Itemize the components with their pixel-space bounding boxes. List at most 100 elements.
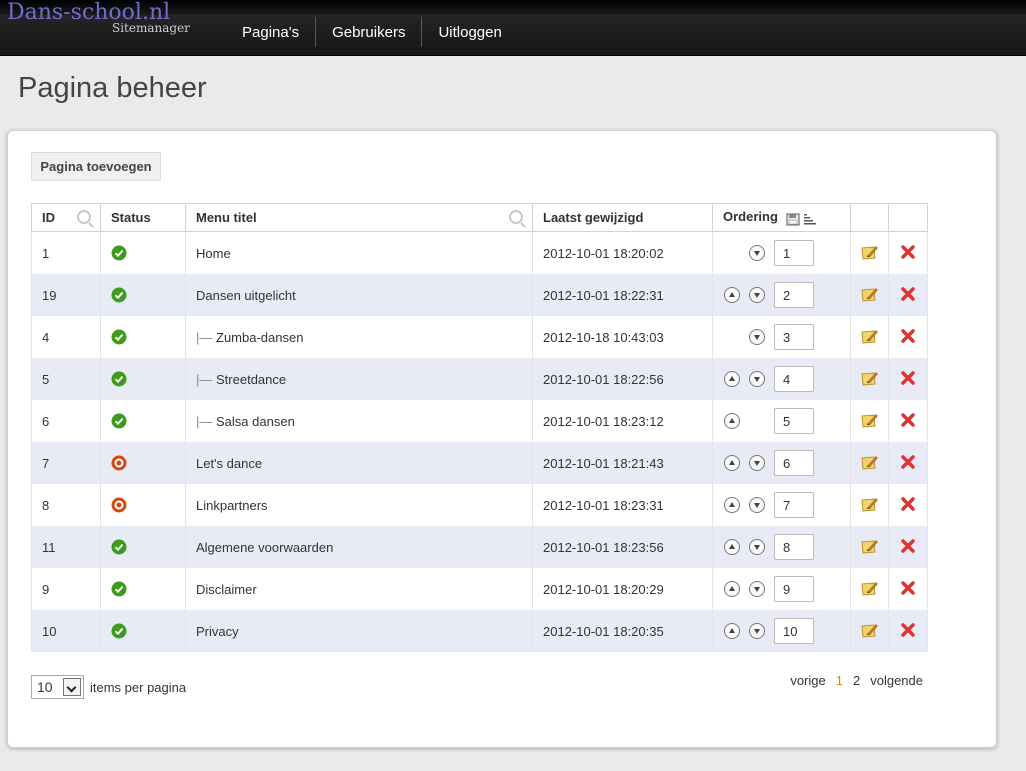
delete-icon[interactable] — [900, 454, 916, 473]
nav-item-paginas[interactable]: Pagina's — [226, 17, 317, 47]
move-up-icon[interactable] — [724, 581, 740, 598]
cell-status[interactable] — [100, 568, 186, 610]
move-up-icon[interactable] — [724, 371, 740, 388]
ordering-input[interactable] — [774, 324, 814, 350]
cell-edit[interactable] — [850, 274, 889, 316]
move-down-icon[interactable] — [748, 455, 765, 472]
delete-icon[interactable] — [900, 370, 916, 389]
cell-delete[interactable] — [888, 610, 928, 652]
search-icon[interactable] — [509, 210, 523, 224]
edit-icon[interactable] — [860, 622, 879, 641]
pagination-page-1[interactable]: 1 — [836, 673, 843, 688]
move-down-icon[interactable] — [748, 287, 765, 304]
move-down-icon[interactable] — [748, 371, 765, 388]
cell-status[interactable] — [100, 274, 186, 316]
edit-icon[interactable] — [860, 496, 879, 515]
cell-edit[interactable] — [850, 526, 889, 568]
nav-item-gebruikers[interactable]: Gebruikers — [316, 17, 423, 47]
edit-icon[interactable] — [860, 286, 879, 305]
cell-delete[interactable] — [888, 316, 928, 358]
cell-status[interactable] — [100, 400, 186, 442]
cell-edit[interactable] — [850, 400, 889, 442]
move-down-icon[interactable] — [748, 245, 765, 262]
cell-delete[interactable] — [888, 400, 928, 442]
move-up-icon[interactable] — [724, 623, 740, 640]
cell-edit[interactable] — [850, 358, 889, 400]
edit-icon[interactable] — [860, 328, 879, 347]
move-up-icon[interactable] — [724, 287, 740, 304]
sort-icon[interactable] — [803, 213, 817, 226]
column-header-ordering[interactable]: Ordering — [712, 203, 851, 232]
pagination-prev[interactable]: vorige — [790, 673, 825, 688]
move-up-icon[interactable] — [724, 539, 740, 556]
cell-edit[interactable] — [850, 231, 889, 274]
ordering-input[interactable] — [774, 408, 814, 434]
column-header-title[interactable]: Menu titel — [185, 203, 533, 232]
move-down-icon[interactable] — [748, 581, 765, 598]
delete-icon[interactable] — [900, 412, 916, 431]
active-status-icon[interactable] — [111, 287, 127, 303]
delete-icon[interactable] — [900, 328, 916, 347]
cell-delete[interactable] — [888, 358, 928, 400]
ordering-input[interactable] — [774, 534, 814, 560]
cell-delete[interactable] — [888, 484, 928, 526]
cell-delete[interactable] — [888, 568, 928, 610]
edit-icon[interactable] — [860, 412, 879, 431]
ordering-input[interactable] — [774, 282, 814, 308]
cell-edit[interactable] — [850, 568, 889, 610]
column-header-modified[interactable]: Laatst gewijzigd — [532, 203, 713, 232]
inactive-status-icon[interactable] — [111, 497, 127, 513]
active-status-icon[interactable] — [111, 581, 127, 597]
delete-icon[interactable] — [900, 496, 916, 515]
delete-icon[interactable] — [900, 538, 916, 557]
chevron-down-icon[interactable] — [63, 678, 81, 696]
cell-status[interactable] — [100, 358, 186, 400]
cell-delete[interactable] — [888, 274, 928, 316]
active-status-icon[interactable] — [111, 329, 127, 345]
active-status-icon[interactable] — [111, 623, 127, 639]
delete-icon[interactable] — [900, 286, 916, 305]
active-status-icon[interactable] — [111, 539, 127, 555]
active-status-icon[interactable] — [111, 371, 127, 387]
cell-delete[interactable] — [888, 526, 928, 568]
ordering-input[interactable] — [774, 240, 814, 266]
delete-icon[interactable] — [900, 244, 916, 263]
cell-status[interactable] — [100, 316, 186, 358]
active-status-icon[interactable] — [111, 413, 127, 429]
cell-status[interactable] — [100, 231, 186, 274]
edit-icon[interactable] — [860, 580, 879, 599]
column-header-status[interactable]: Status — [100, 203, 186, 232]
edit-icon[interactable] — [860, 370, 879, 389]
move-down-icon[interactable] — [748, 497, 765, 514]
inactive-status-icon[interactable] — [111, 455, 127, 471]
edit-icon[interactable] — [860, 538, 879, 557]
cell-delete[interactable] — [888, 231, 928, 274]
ordering-input[interactable] — [774, 618, 814, 644]
cell-delete[interactable] — [888, 442, 928, 484]
cell-edit[interactable] — [850, 484, 889, 526]
edit-icon[interactable] — [860, 454, 879, 473]
nav-item-uitloggen[interactable]: Uitloggen — [422, 17, 517, 47]
ordering-input[interactable] — [774, 450, 814, 476]
move-down-icon[interactable] — [748, 329, 765, 346]
cell-edit[interactable] — [850, 316, 889, 358]
delete-icon[interactable] — [900, 580, 916, 599]
search-icon[interactable] — [77, 210, 91, 224]
column-header-id[interactable]: ID — [31, 203, 101, 232]
cell-edit[interactable] — [850, 610, 889, 652]
edit-icon[interactable] — [860, 244, 879, 263]
move-down-icon[interactable] — [748, 623, 765, 640]
cell-status[interactable] — [100, 442, 186, 484]
add-page-button[interactable]: Pagina toevoegen — [31, 152, 161, 181]
ordering-input[interactable] — [774, 366, 814, 392]
cell-status[interactable] — [100, 526, 186, 568]
move-up-icon[interactable] — [724, 413, 740, 430]
move-up-icon[interactable] — [724, 455, 740, 472]
save-order-icon[interactable] — [786, 213, 800, 226]
pagination-page-2[interactable]: 2 — [853, 673, 860, 688]
ordering-input[interactable] — [774, 576, 814, 602]
cell-status[interactable] — [100, 610, 186, 652]
per-page-select[interactable]: 10 — [31, 675, 84, 699]
active-status-icon[interactable] — [111, 245, 127, 261]
cell-edit[interactable] — [850, 442, 889, 484]
